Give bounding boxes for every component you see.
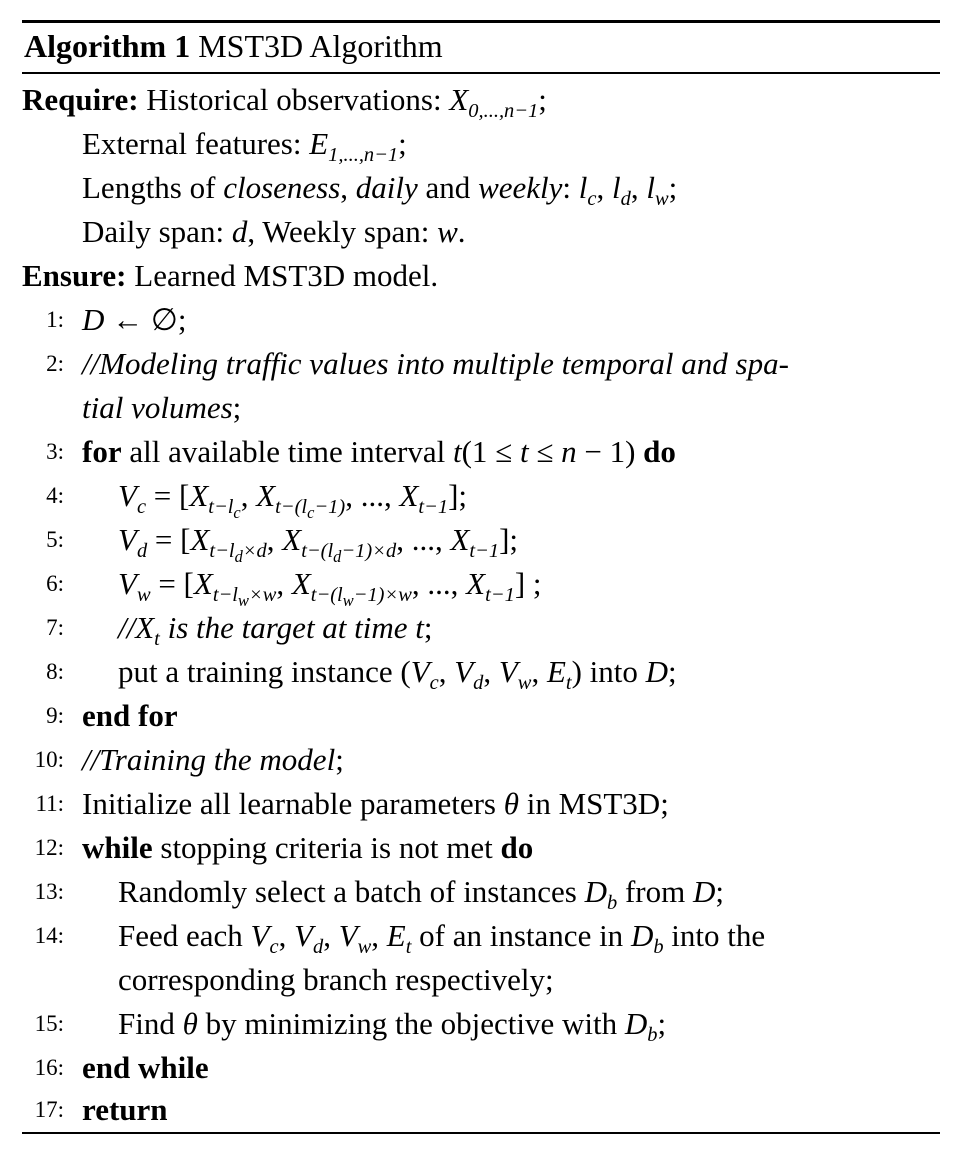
line-number: 14: [34, 923, 64, 948]
step-14-cont: corresponding branch respectively; [118, 962, 554, 997]
step-16: end while [82, 1050, 209, 1085]
line-number: 15: [34, 1011, 64, 1036]
line-number: 9: [46, 703, 64, 728]
line-number: 12: [34, 835, 64, 860]
step-3: for all available time interval t(1 ≤ t … [82, 434, 676, 469]
step-12: while stopping criteria is not met do [82, 830, 534, 865]
line-number: 7: [46, 615, 64, 640]
step-10: //Training the model; [82, 742, 344, 777]
step-7: //Xt is the target at time t; [118, 610, 433, 651]
line-number: 16: [34, 1055, 64, 1080]
require-line-2: External features: E1,...,n−1; [82, 126, 407, 167]
caption-rule [22, 72, 940, 74]
line-number: 6: [46, 571, 64, 596]
require-line-4: Daily span: d, Weekly span: w. [82, 214, 466, 249]
top-rule [22, 20, 940, 23]
require-line-3: Lengths of closeness, daily and weekly: … [82, 170, 678, 211]
algorithm-caption: Algorithm 1 MST3D Algorithm [24, 26, 443, 66]
line-number: 17: [34, 1097, 64, 1122]
line-number: 4: [46, 483, 64, 508]
line-number: 3: [46, 439, 64, 464]
line-number: 13: [34, 879, 64, 904]
line-number: 11: [35, 791, 64, 816]
caption-title: MST3D Algorithm [198, 28, 443, 64]
line-number: 10: [34, 747, 64, 772]
step-1: D ← ∅; [82, 302, 187, 337]
step-15: Find θ by minimizing the objective with … [118, 1006, 667, 1047]
caption-label: Algorithm 1 [24, 28, 191, 64]
step-14: Feed each Vc, Vd, Vw, Et of an instance … [118, 918, 766, 959]
require-line-1: Require: Historical observations: X0,...… [22, 82, 547, 123]
line-number: 1: [46, 307, 64, 332]
ensure-line: Ensure: Learned MST3D model. [22, 256, 438, 296]
step-5: Vd = [Xt−ld×d, Xt−(ld−1)×d, ..., Xt−1]; [118, 522, 519, 567]
require-label: Require: [22, 82, 139, 117]
line-number: 2: [46, 351, 64, 376]
step-9: end for [82, 698, 178, 733]
step-2-cont: tial volumes; [82, 390, 242, 425]
step-13: Randomly select a batch of instances Db … [118, 874, 724, 915]
line-number: 5: [46, 527, 64, 552]
bottom-rule [22, 1132, 940, 1134]
step-8: put a training instance (Vc, Vd, Vw, Et)… [118, 654, 677, 695]
step-17: return [82, 1092, 168, 1127]
step-2: //Modeling traffic values into multiple … [82, 346, 789, 381]
line-number: 8: [46, 659, 64, 684]
step-6: Vw = [Xt−lw×w, Xt−(lw−1)×w, ..., Xt−1] ; [118, 566, 542, 611]
step-11: Initialize all learnable parameters θ in… [82, 786, 669, 821]
step-4: Vc = [Xt−lc, Xt−(lc−1), ..., Xt−1]; [118, 478, 468, 523]
ensure-text: Learned MST3D model. [134, 258, 439, 293]
ensure-label: Ensure: [22, 258, 127, 293]
